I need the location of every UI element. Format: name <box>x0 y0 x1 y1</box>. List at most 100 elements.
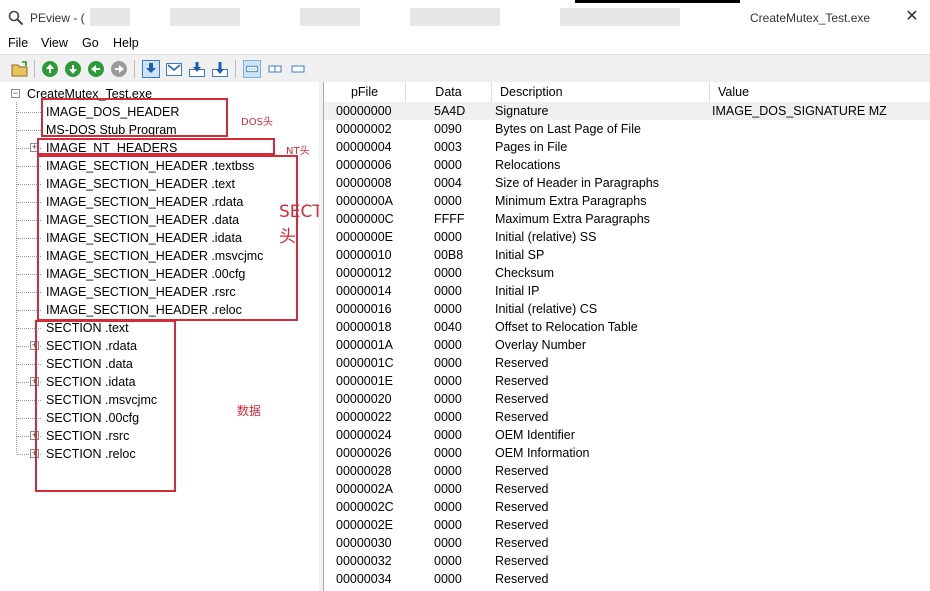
section-header-annotation-box <box>37 155 298 321</box>
tree-connector <box>17 112 41 113</box>
column-header-description[interactable]: Description <box>492 82 710 102</box>
description-cell: Initial (relative) SS <box>495 230 597 244</box>
pfile-cell: 00000034 <box>336 572 392 586</box>
menu-view[interactable]: View <box>41 36 68 50</box>
view-export-icon[interactable] <box>211 60 229 78</box>
table-row[interactable]: 00000010 00B8 Initial SP <box>324 246 930 264</box>
pfile-cell: 0000001E <box>336 374 394 388</box>
description-cell: Pages in File <box>495 140 568 154</box>
pfile-cell: 00000014 <box>336 284 392 298</box>
table-row[interactable]: 00000012 0000 Checksum <box>324 264 930 282</box>
description-cell: Reserved <box>495 356 549 370</box>
pfile-cell: 0000000E <box>336 230 394 244</box>
section-data-annotation-box <box>35 320 176 492</box>
data-cell: 0000 <box>434 410 462 424</box>
redacted-block <box>410 8 500 26</box>
table-row[interactable]: 0000000E 0000 Initial (relative) SS <box>324 228 930 246</box>
description-cell: Initial (relative) CS <box>495 302 598 316</box>
pfile-cell: 0000000C <box>336 212 394 226</box>
table-row[interactable]: 0000001A 0000 Overlay Number <box>324 336 930 354</box>
forward-icon[interactable] <box>110 60 128 78</box>
menu-help[interactable]: Help <box>113 36 139 50</box>
data-cell: 0000 <box>434 392 462 406</box>
view-header-icon[interactable] <box>165 60 183 78</box>
data-cell: FFFF <box>434 212 465 226</box>
table-row[interactable]: 00000024 0000 OEM Identifier <box>324 426 930 444</box>
pfile-cell: 0000002C <box>336 500 394 514</box>
value-cell: IMAGE_DOS_SIGNATURE MZ <box>712 104 887 118</box>
table-row[interactable]: 00000004 0003 Pages in File <box>324 138 930 156</box>
back-icon[interactable] <box>87 60 105 78</box>
dos-annotation-label: DOS头 <box>241 117 273 128</box>
close-button[interactable]: ✕ <box>900 6 924 28</box>
pfile-cell: 00000016 <box>336 302 392 316</box>
table-row[interactable]: 0000002C 0000 Reserved <box>324 498 930 516</box>
column-header-data[interactable]: Data <box>406 82 492 102</box>
data-cell: 0000 <box>434 428 462 442</box>
table-row[interactable]: 00000026 0000 OEM Information <box>324 444 930 462</box>
table-row[interactable]: 00000006 0000 Relocations <box>324 156 930 174</box>
data-cell: 0000 <box>434 554 462 568</box>
dos-header-annotation-box <box>41 98 228 137</box>
menu-file[interactable]: File <box>8 36 28 50</box>
collapse-icon[interactable]: − <box>11 89 20 98</box>
mode-detail-icon[interactable] <box>266 60 284 78</box>
table-row[interactable]: 00000002 0090 Bytes on Last Page of File <box>324 120 930 138</box>
table-row[interactable]: 0000001C 0000 Reserved <box>324 354 930 372</box>
menu-go[interactable]: Go <box>82 36 99 50</box>
open-icon[interactable] <box>11 60 29 78</box>
data-cell: 00B8 <box>434 248 464 262</box>
table-row[interactable]: 00000016 0000 Initial (relative) CS <box>324 300 930 318</box>
pfile-cell: 00000012 <box>336 266 392 280</box>
description-cell: Bytes on Last Page of File <box>495 122 641 136</box>
table-row[interactable]: 00000022 0000 Reserved <box>324 408 930 426</box>
redacted-bar <box>575 0 740 3</box>
pfile-cell: 00000032 <box>336 554 392 568</box>
table-row[interactable]: 00000014 0000 Initial IP <box>324 282 930 300</box>
description-cell: Initial SP <box>495 248 545 262</box>
down-icon[interactable] <box>64 60 82 78</box>
mode-list-icon[interactable] <box>243 60 261 78</box>
column-header-pfile[interactable]: pFile <box>324 82 406 102</box>
data-cell: 0000 <box>434 572 462 586</box>
data-cell: 0000 <box>434 194 462 208</box>
table-row[interactable]: 0000000C FFFF Maximum Extra Paragraphs <box>324 210 930 228</box>
window-file-name: CreateMutex_Test.exe <box>750 11 871 25</box>
description-cell: Reserved <box>495 410 549 424</box>
pfile-cell: 00000002 <box>336 122 392 136</box>
table-row[interactable]: 0000002A 0000 Reserved <box>324 480 930 498</box>
column-header-value[interactable]: Value <box>710 82 930 102</box>
table-row[interactable]: 00000034 0000 Reserved <box>324 570 930 588</box>
table-row[interactable]: 00000032 0000 Reserved <box>324 552 930 570</box>
description-cell: Relocations <box>495 158 561 172</box>
table-row[interactable]: 00000028 0000 Reserved <box>324 462 930 480</box>
table-row[interactable]: 0000000A 0000 Minimum Extra Paragraphs <box>324 192 930 210</box>
table-row[interactable]: 0000002E 0000 Reserved <box>324 516 930 534</box>
data-cell: 0000 <box>434 158 462 172</box>
pfile-cell: 0000001A <box>336 338 394 352</box>
description-cell: Reserved <box>495 554 549 568</box>
pfile-cell: 00000008 <box>336 176 392 190</box>
pfile-cell: 00000020 <box>336 392 392 406</box>
description-cell: Signature <box>495 104 549 118</box>
table-row[interactable]: 00000018 0040 Offset to Relocation Table <box>324 318 930 336</box>
view-hex-icon[interactable] <box>142 60 160 78</box>
pfile-cell: 0000000A <box>336 194 394 208</box>
description-cell: Offset to Relocation Table <box>495 320 638 334</box>
description-cell: Reserved <box>495 482 549 496</box>
description-cell: Reserved <box>495 392 549 406</box>
table-row[interactable]: 0000001E 0000 Reserved <box>324 372 930 390</box>
data-cell: 0000 <box>434 356 462 370</box>
data-cell: 0000 <box>434 374 462 388</box>
up-icon[interactable] <box>41 60 59 78</box>
table-row[interactable]: 00000000 5A4D Signature IMAGE_DOS_SIGNATURE… <box>324 102 930 120</box>
mode-compact-icon[interactable] <box>289 60 307 78</box>
table-row[interactable]: 00000008 0004 Size of Header in Paragraphs <box>324 174 930 192</box>
table-row[interactable]: 00000030 0000 Reserved <box>324 534 930 552</box>
description-cell: Overlay Number <box>495 338 586 352</box>
view-import-icon[interactable] <box>188 60 206 78</box>
data-annotation-label: 数据 <box>237 404 262 418</box>
data-cell: 0000 <box>434 500 462 514</box>
table-row[interactable]: 00000020 0000 Reserved <box>324 390 930 408</box>
title-bar: PEview - ( CreateMutex_Test.exe ✕ <box>0 0 930 34</box>
